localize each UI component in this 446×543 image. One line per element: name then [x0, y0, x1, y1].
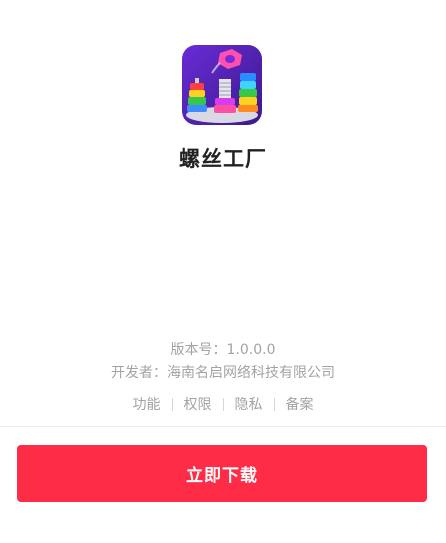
- screw-puzzle-icon: [182, 45, 262, 125]
- info-links: 功能 权限 隐私 备案: [0, 394, 446, 414]
- version-text: 版本号：1.0.0.0: [170, 342, 276, 358]
- app-name: 螺丝工厂: [179, 147, 267, 171]
- divider: [0, 426, 446, 427]
- download-button[interactable]: 立即下载: [17, 445, 427, 502]
- link-separator: [222, 397, 224, 411]
- link-features[interactable]: 功能: [133, 394, 161, 414]
- link-privacy[interactable]: 隐私: [235, 394, 263, 414]
- developer-text: 开发者：海南名启网络科技有限公司: [111, 365, 335, 381]
- link-permissions[interactable]: 权限: [184, 394, 212, 414]
- app-icon: [182, 45, 262, 125]
- app-download-page: 螺丝工厂 版本号：1.0.0.0 开发者：海南名启网络科技有限公司 功能 权限 …: [0, 0, 446, 543]
- link-separator: [273, 397, 275, 411]
- link-filing[interactable]: 备案: [286, 394, 314, 414]
- link-separator: [171, 397, 173, 411]
